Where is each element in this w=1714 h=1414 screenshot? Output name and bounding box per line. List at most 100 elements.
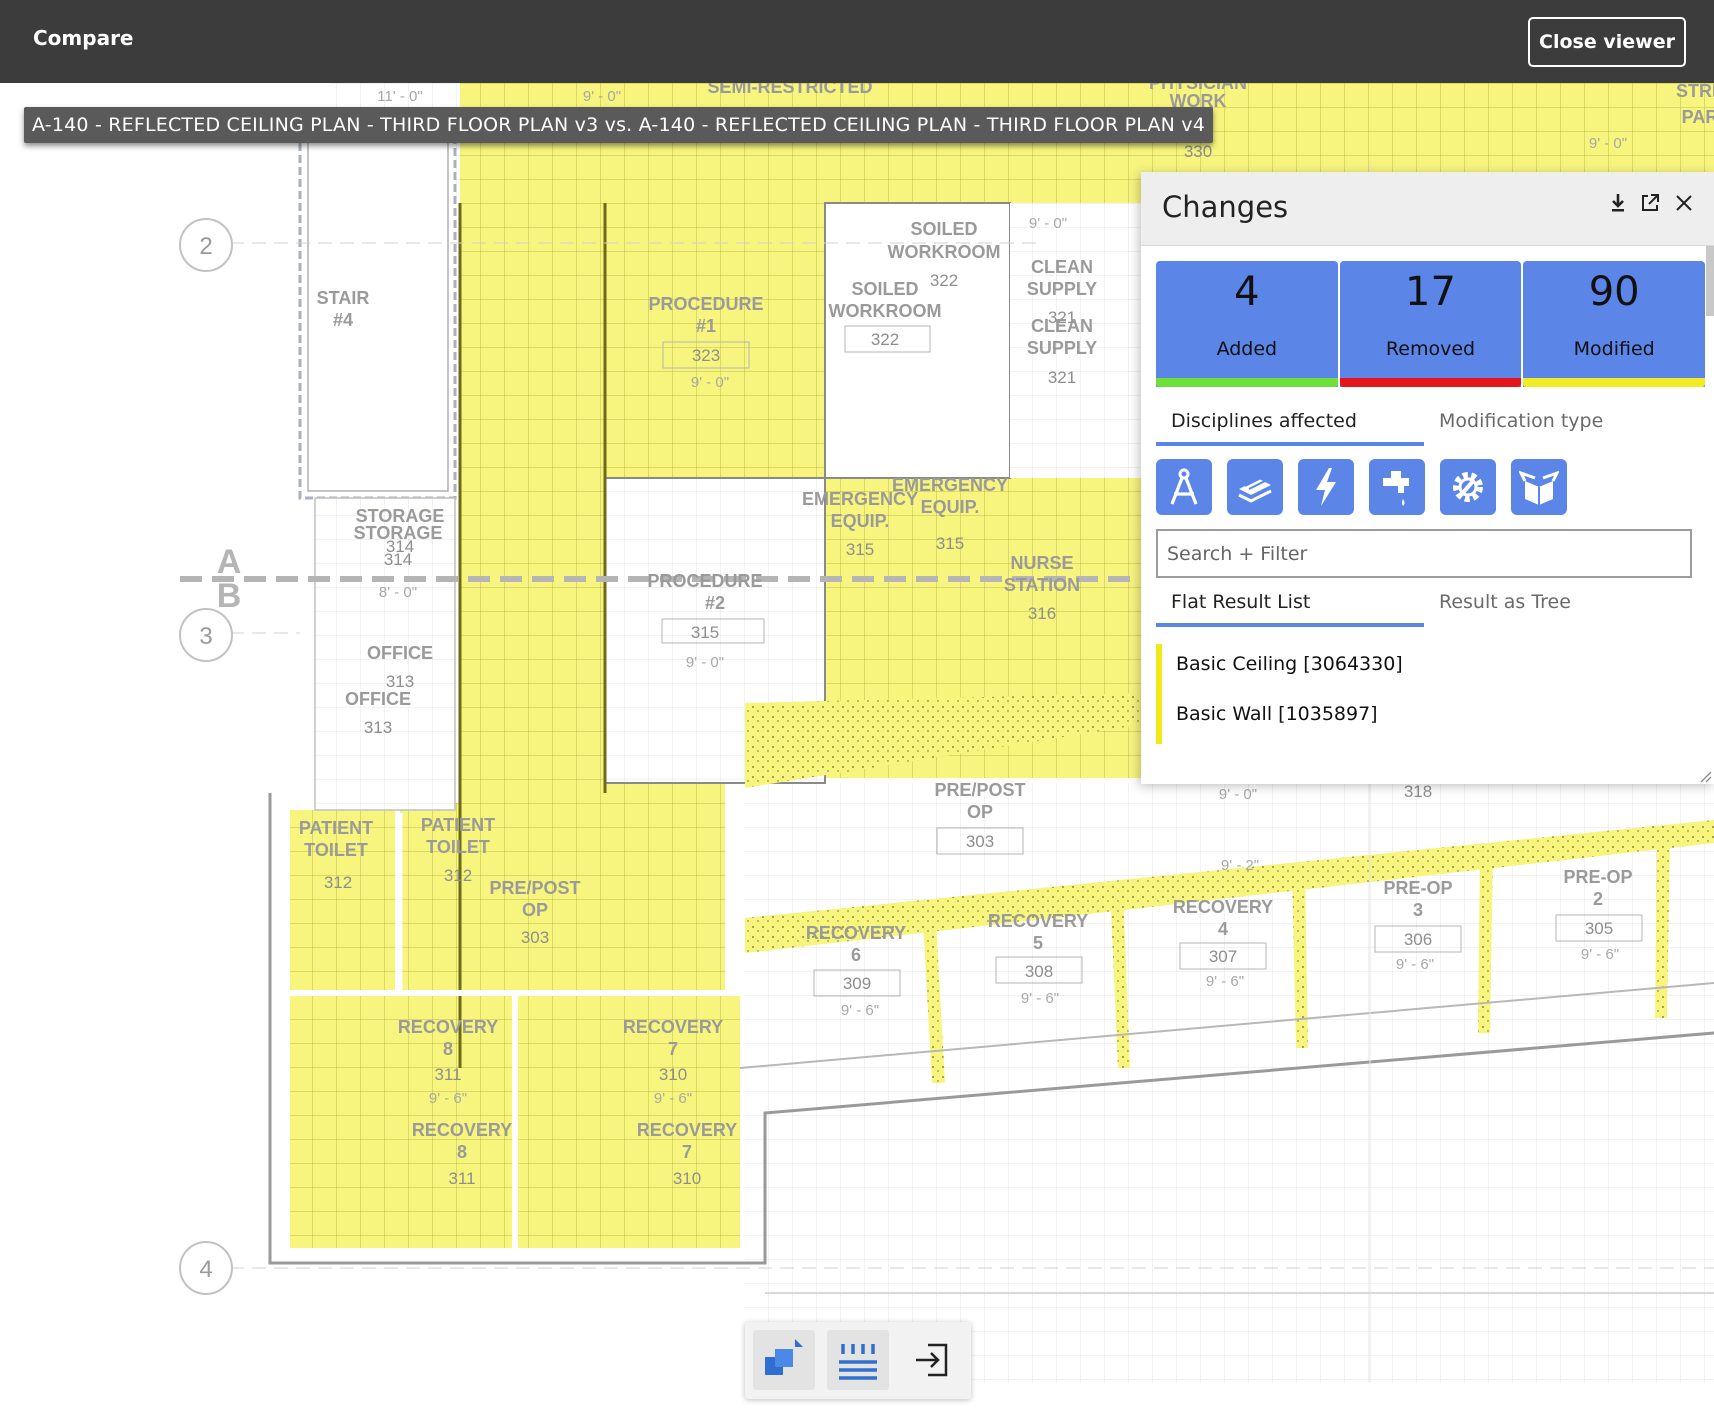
svg-text:RECOVERY: RECOVERY xyxy=(1173,897,1273,917)
discipline-filters xyxy=(1156,459,1567,515)
height-tag: 9' - 0" xyxy=(583,88,621,105)
svg-text:OFFICE: OFFICE xyxy=(367,643,433,663)
viewer-title: Compare xyxy=(33,26,134,50)
svg-text:322: 322 xyxy=(930,271,958,290)
room-patient-toilet: PATIENT PATIENT TOILET TOILET 312 312 xyxy=(299,815,495,892)
svg-text:7: 7 xyxy=(682,1142,692,1162)
svg-text:CLEAN: CLEAN xyxy=(1031,257,1093,277)
result-view-tabs: Flat Result List Result as Tree xyxy=(1156,589,1696,627)
svg-text:311: 311 xyxy=(448,1169,475,1188)
svg-text:PRE/POST: PRE/POST xyxy=(934,780,1025,800)
side-by-side-icon[interactable] xyxy=(827,1330,889,1390)
tab-modification-type[interactable]: Modification type xyxy=(1424,408,1692,446)
svg-text:310: 310 xyxy=(673,1169,701,1188)
resize-handle-icon[interactable] xyxy=(1698,768,1712,783)
tab-disciplines-affected[interactable]: Disciplines affected xyxy=(1156,408,1424,446)
svg-text:SUPPLY: SUPPLY xyxy=(1027,338,1097,358)
svg-text:RECOVERY: RECOVERY xyxy=(806,923,906,943)
svg-text:9' - 6": 9' - 6" xyxy=(1581,946,1619,963)
changes-panel: Changes 4 Added 17 Removed 90 Modified D… xyxy=(1141,172,1714,784)
modified-count: 90 xyxy=(1588,269,1640,315)
added-label: Added xyxy=(1216,338,1278,360)
svg-text:RECOVERY: RECOVERY xyxy=(412,1120,512,1140)
svg-text:321: 321 xyxy=(1048,368,1076,387)
svg-text:315: 315 xyxy=(691,623,719,642)
download-icon[interactable] xyxy=(1603,192,1633,222)
svg-text:RECOVERY: RECOVERY xyxy=(637,1120,737,1140)
removed-label: Removed xyxy=(1385,338,1476,360)
svg-text:313: 313 xyxy=(364,718,392,737)
compare-files-label: A-140 - REFLECTED CEILING PLAN - THIRD F… xyxy=(24,107,1214,143)
svg-text:8: 8 xyxy=(443,1039,453,1059)
external-link-icon[interactable] xyxy=(1635,192,1665,222)
removed-color-bar xyxy=(1339,378,1522,387)
grid-marker-label: 3 xyxy=(199,623,212,650)
modified-color-bar xyxy=(1523,378,1706,387)
svg-text:9' - 0": 9' - 0" xyxy=(686,654,724,671)
modified-count-card[interactable]: 90 Modified xyxy=(1523,261,1706,387)
svg-text:2: 2 xyxy=(1593,889,1603,909)
svg-text:9' - 6": 9' - 6" xyxy=(654,1090,692,1107)
svg-text:WORKROOM: WORKROOM xyxy=(888,242,1001,262)
svg-text:9' - 6": 9' - 6" xyxy=(429,1090,467,1107)
svg-text:NURSE: NURSE xyxy=(1010,553,1073,573)
generic-box-icon[interactable] xyxy=(1511,459,1567,515)
result-item[interactable]: Basic Ceiling [3064330] xyxy=(1156,644,1696,694)
height-tag: 9' - 0" xyxy=(1589,135,1627,152)
svg-text:9' - 0": 9' - 0" xyxy=(1219,786,1257,803)
svg-text:#4: #4 xyxy=(333,310,353,330)
svg-text:8: 8 xyxy=(457,1142,467,1162)
svg-text:310: 310 xyxy=(659,1065,687,1084)
svg-text:STAIR: STAIR xyxy=(317,288,370,308)
room-number: 330 xyxy=(1184,142,1212,161)
structural-layers-icon[interactable] xyxy=(1227,459,1283,515)
room-name: SEMI-RESTRICTED xyxy=(707,83,872,97)
changes-panel-title: Changes xyxy=(1162,190,1289,224)
svg-text:9' - 6": 9' - 6" xyxy=(1396,956,1434,973)
filter-tabs: Disciplines affected Modification type xyxy=(1156,408,1696,446)
change-counts: 4 Added 17 Removed 90 Modified xyxy=(1156,261,1706,387)
modified-label: Modified xyxy=(1573,338,1655,360)
electrical-bolt-icon[interactable] xyxy=(1298,459,1354,515)
close-icon[interactable] xyxy=(1669,192,1699,222)
svg-text:323: 323 xyxy=(692,346,720,365)
plumbing-faucet-icon[interactable] xyxy=(1369,459,1425,515)
svg-text:9' - 6": 9' - 6" xyxy=(841,1002,879,1019)
removed-count-card[interactable]: 17 Removed xyxy=(1339,261,1522,387)
exit-compare-icon[interactable] xyxy=(901,1330,963,1390)
svg-text:9' - 2": 9' - 2" xyxy=(1221,857,1259,874)
svg-text:305: 305 xyxy=(1585,919,1613,938)
overlay-compare-icon[interactable] xyxy=(753,1330,815,1390)
room-name: STRE xyxy=(1676,83,1714,101)
svg-text:STATION: STATION xyxy=(1004,575,1080,595)
close-viewer-button[interactable]: Close viewer xyxy=(1528,17,1686,67)
tab-flat-result-list[interactable]: Flat Result List xyxy=(1156,589,1424,627)
panel-scrollbar[interactable] xyxy=(1706,246,1714,316)
result-item[interactable]: Basic Wall [1035897] xyxy=(1156,694,1696,744)
svg-text:9' - 6": 9' - 6" xyxy=(1206,973,1244,990)
svg-text:EMERGENCY: EMERGENCY xyxy=(892,475,1008,495)
architecture-compass-icon[interactable] xyxy=(1156,459,1212,515)
compare-viewer: Compare Close viewer 2 3 4 A B 11' - 0" … xyxy=(0,0,1714,1414)
svg-text:303: 303 xyxy=(521,928,549,947)
svg-text:3: 3 xyxy=(1413,900,1423,920)
svg-text:316: 316 xyxy=(1028,604,1056,623)
svg-text:314: 314 xyxy=(384,550,412,569)
removed-count: 17 xyxy=(1405,269,1456,315)
mechanical-gear-icon[interactable] xyxy=(1440,459,1496,515)
search-filter-input[interactable] xyxy=(1156,529,1692,578)
svg-text:WORKROOM: WORKROOM xyxy=(829,301,942,321)
height-tag: 11' - 0" xyxy=(377,88,422,105)
svg-text:PROCEDURE: PROCEDURE xyxy=(648,294,763,314)
svg-text:PRE/POST: PRE/POST xyxy=(489,878,580,898)
svg-text:9' - 0": 9' - 0" xyxy=(691,374,729,391)
svg-text:6: 6 xyxy=(851,945,861,965)
tab-result-as-tree[interactable]: Result as Tree xyxy=(1424,589,1692,627)
svg-text:PRE-OP: PRE-OP xyxy=(1563,867,1632,887)
grid-marker-label: 4 xyxy=(199,1256,212,1283)
room-name: PAR xyxy=(1682,107,1714,127)
added-count-card[interactable]: 4 Added xyxy=(1156,261,1338,387)
svg-text:SUPPLY: SUPPLY xyxy=(1027,279,1097,299)
svg-text:8' - 0": 8' - 0" xyxy=(379,584,417,601)
svg-text:RECOVERY: RECOVERY xyxy=(988,911,1088,931)
